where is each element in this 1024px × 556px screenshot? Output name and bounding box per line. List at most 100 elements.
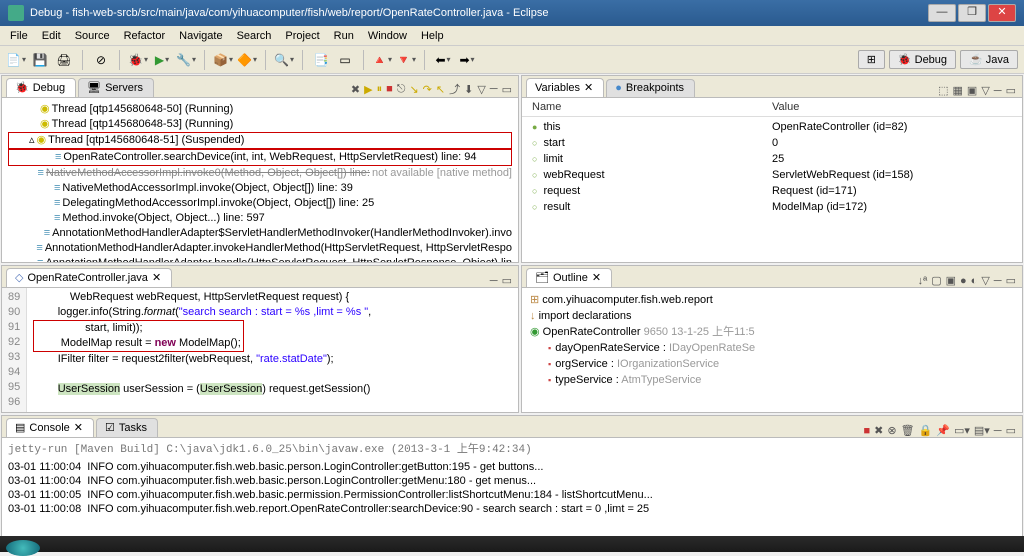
terminate-button[interactable]: ■ — [386, 83, 393, 95]
stack-frame[interactable]: AnnotationMethodHandlerAdapter.invokeHan… — [45, 241, 512, 256]
console-output[interactable]: 03-01 11:00:04 INFO com.yihuacomputer.fi… — [2, 458, 1022, 536]
outline-field[interactable]: dayOpenRateService — [555, 342, 660, 354]
maximize-icon[interactable]: ▭ — [1006, 424, 1016, 437]
menu-refactor[interactable]: Refactor — [118, 28, 172, 44]
run-button[interactable]: ▶ — [152, 50, 172, 70]
menu-navigate[interactable]: Navigate — [173, 28, 228, 44]
var-value[interactable]: 0 — [772, 135, 1012, 151]
step-return-button[interactable]: ↖ — [436, 83, 445, 96]
vars-col-value[interactable]: Value — [772, 101, 1012, 113]
open-perspective-button[interactable]: ⊞ — [858, 50, 885, 69]
outline-tree[interactable]: ⊞ com.yihuacomputer.fish.web.report ↓ im… — [522, 288, 1022, 412]
tab-outline[interactable]: 🗂Outline ✕ — [526, 268, 612, 287]
stack-frame-native[interactable]: NativeMethodAccessorImpl.invoke0(Method,… — [46, 166, 370, 181]
variables-table[interactable]: ●thisOpenRateController (id=82) ○start0 … — [522, 117, 1022, 262]
stack-frame[interactable]: AnnotationMethodHandlerAdapter.handle(Ht… — [45, 256, 512, 262]
tab-editor-file[interactable]: ◇OpenRateController.java ✕ — [6, 268, 172, 287]
hide-fields-button[interactable]: ▢ — [931, 274, 941, 287]
menu-search[interactable]: Search — [231, 28, 278, 44]
var-name[interactable]: limit — [543, 153, 563, 165]
maximize-icon[interactable]: ▭ — [502, 274, 512, 287]
new-type-button[interactable]: 🔶 — [237, 50, 257, 70]
drop-frame-button[interactable]: ⤴ — [449, 81, 460, 97]
disconnect-button[interactable]: ⎋ — [397, 83, 406, 96]
skip-breakpoints-button[interactable]: ⊘ — [91, 50, 111, 70]
hide-local-button[interactable]: ◐ — [971, 275, 978, 287]
next-annotation-button[interactable]: 🔺 — [372, 50, 392, 70]
toggle-block-button[interactable]: ▭ — [335, 50, 355, 70]
outline-class[interactable]: OpenRateController — [543, 326, 641, 338]
tab-variables[interactable]: Variables ✕ — [526, 78, 604, 97]
windows-taskbar[interactable] — [0, 536, 1024, 552]
start-button[interactable] — [6, 540, 40, 556]
var-name[interactable]: this — [543, 121, 560, 133]
outline-field[interactable]: orgService — [555, 358, 608, 370]
thread-row[interactable]: Thread [qtp145680648-50] (Running) — [52, 102, 234, 117]
var-name[interactable]: result — [543, 201, 570, 213]
forward-button[interactable]: ➡ — [457, 50, 477, 70]
suspend-button[interactable]: ⏸ — [377, 83, 383, 96]
sort-button[interactable]: ↓ª — [918, 275, 928, 287]
tab-debug[interactable]: 🐞Debug — [6, 78, 76, 97]
var-name[interactable]: start — [543, 137, 564, 149]
hide-nonpublic-button[interactable]: ● — [960, 275, 967, 287]
stack-frame[interactable]: NativeMethodAccessorImpl.invoke(Object, … — [62, 181, 352, 196]
collapse-all-button[interactable]: ▣ — [967, 84, 977, 97]
code-editor[interactable]: 8990919293949596 WebRequest webRequest, … — [2, 288, 518, 412]
var-name[interactable]: request — [543, 185, 580, 197]
thread-row[interactable]: Thread [qtp145680648-53] (Running) — [52, 117, 234, 132]
var-value[interactable]: ServletWebRequest (id=158) — [772, 167, 1012, 183]
logical-structure-button[interactable]: ▦ — [953, 84, 963, 97]
external-tools-button[interactable]: 🔧 — [176, 50, 196, 70]
var-value[interactable]: OpenRateController (id=82) — [772, 119, 1012, 135]
menu-help[interactable]: Help — [415, 28, 450, 44]
menu-project[interactable]: Project — [279, 28, 325, 44]
toggle-mark-button[interactable]: 📑 — [311, 50, 331, 70]
remove-launch-button[interactable]: ✖ — [874, 424, 883, 437]
pin-console-button[interactable]: 📌 — [936, 424, 950, 437]
var-value[interactable]: 25 — [772, 151, 1012, 167]
menu-source[interactable]: Source — [69, 28, 116, 44]
hide-static-button[interactable]: ▣ — [946, 274, 956, 287]
resume-button[interactable]: ▶ — [364, 83, 372, 96]
view-menu-icon[interactable]: ▽ — [981, 274, 989, 287]
stack-frame[interactable]: DelegatingMethodAccessorImpl.invoke(Obje… — [62, 196, 374, 211]
minimize-icon[interactable]: ─ — [994, 275, 1002, 287]
debug-tree[interactable]: ◉ Thread [qtp145680648-50] (Running) ◉ T… — [2, 98, 518, 262]
view-menu-icon[interactable]: ▽ — [477, 83, 485, 96]
var-name[interactable]: webRequest — [543, 169, 604, 181]
print-button[interactable]: 🖨 — [54, 50, 74, 70]
minimize-button[interactable]: — — [928, 4, 956, 22]
maximize-icon[interactable]: ▭ — [1006, 274, 1016, 287]
tab-tasks[interactable]: ☑Tasks — [96, 418, 158, 437]
remove-all-button[interactable]: ⊗ — [887, 424, 896, 437]
menu-window[interactable]: Window — [362, 28, 413, 44]
maximize-icon[interactable]: ▭ — [1006, 84, 1016, 97]
step-filters-button[interactable]: ⬇ — [464, 83, 473, 96]
back-button[interactable]: ⬅ — [433, 50, 453, 70]
outline-package[interactable]: com.yihuacomputer.fish.web.report — [542, 294, 713, 306]
thread-row-suspended[interactable]: Thread [qtp145680648-51] (Suspended) — [48, 133, 244, 148]
tab-servers[interactable]: 🖥Servers — [78, 78, 154, 97]
stack-frame[interactable]: AnnotationMethodHandlerAdapter$ServletHa… — [52, 226, 512, 241]
var-value[interactable]: Request (id=171) — [772, 183, 1012, 199]
step-over-button[interactable]: ↷ — [423, 83, 432, 96]
minimize-icon[interactable]: ─ — [490, 83, 498, 95]
new-button[interactable]: 📄 — [6, 50, 26, 70]
open-console-button[interactable]: ▤▾ — [974, 424, 990, 437]
java-perspective[interactable]: ☕Java — [960, 50, 1018, 69]
tab-breakpoints[interactable]: ●Breakpoints — [606, 79, 695, 97]
minimize-icon[interactable]: ─ — [994, 85, 1002, 97]
display-selected-button[interactable]: ▭▾ — [954, 424, 970, 437]
step-into-button[interactable]: ↘ — [409, 83, 418, 96]
remove-terminated-button[interactable]: ✖ — [351, 83, 360, 96]
view-menu-icon[interactable]: ▽ — [981, 84, 989, 97]
debug-perspective[interactable]: 🐞Debug — [889, 50, 956, 69]
code-area[interactable]: WebRequest webRequest, HttpServletReques… — [27, 288, 518, 412]
save-button[interactable]: 💾 — [30, 50, 50, 70]
terminate-console-button[interactable]: ■ — [863, 425, 870, 437]
prev-annotation-button[interactable]: 🔻 — [396, 50, 416, 70]
new-package-button[interactable]: 📦 — [213, 50, 233, 70]
search-button[interactable]: 🔍 — [274, 50, 294, 70]
close-button[interactable]: ✕ — [988, 4, 1016, 22]
